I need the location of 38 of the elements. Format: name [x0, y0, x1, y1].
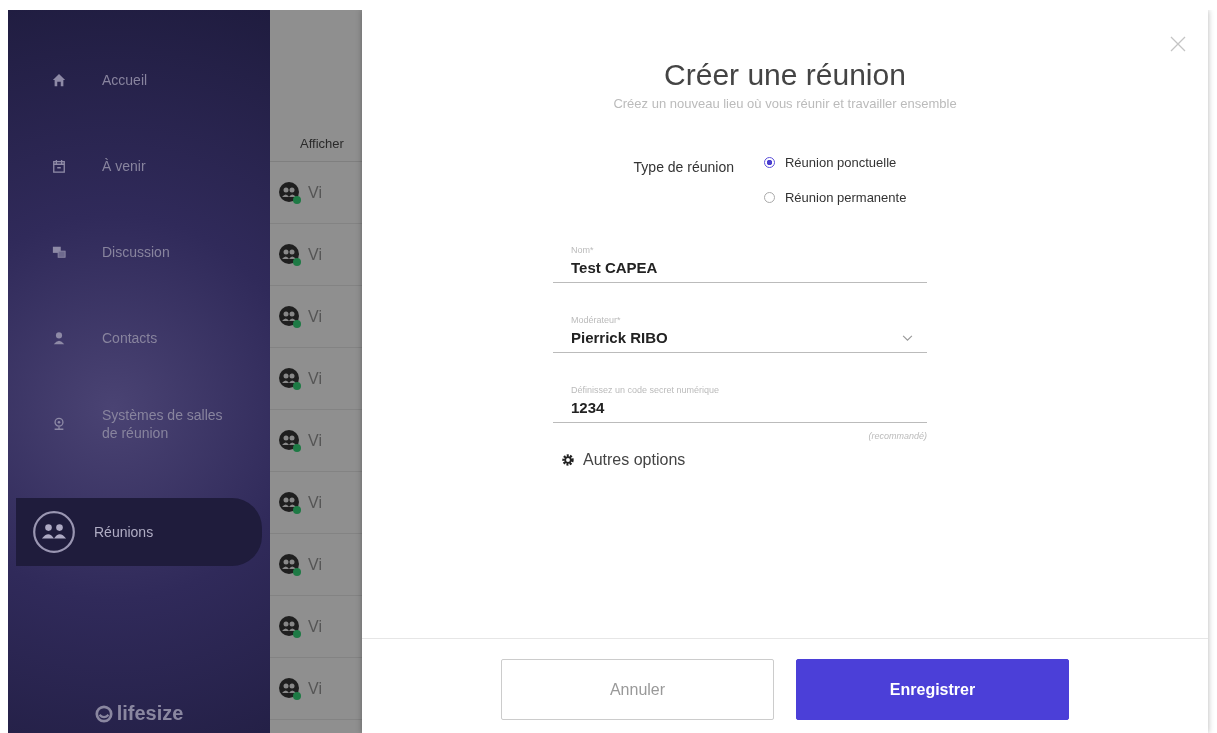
- select-field[interactable]: Modérateur* Pierrick RIBO: [553, 305, 927, 353]
- dialog-title: Créer une réunion: [664, 58, 906, 92]
- chevron-down-icon[interactable]: [902, 335, 913, 342]
- group-avatar-icon: [278, 304, 302, 329]
- save-button[interactable]: Enregistrer: [796, 659, 1069, 720]
- nav-item[interactable]: Discussion: [8, 222, 270, 282]
- person-icon: [52, 331, 66, 345]
- field-label: Type de réunion: [633, 158, 734, 177]
- camera-icon: [52, 417, 66, 431]
- dialog-subtitle: Créez un nouveau lieu où vous réunir et travailler ensemble: [613, 96, 957, 111]
- nav-item[interactable]: Contacts: [8, 308, 270, 368]
- group-avatar-icon: [278, 676, 302, 701]
- nav-item[interactable]: À venir: [8, 136, 270, 196]
- radio-option[interactable]: Réunion ponctuelle: [764, 155, 907, 170]
- nav-item[interactable]: Réunions: [16, 498, 262, 566]
- group-avatar-icon: [278, 242, 302, 267]
- more-options-link[interactable]: Autres options: [561, 451, 927, 469]
- field-hint: (recommandé): [867, 431, 927, 441]
- nav-item[interactable]: Accueil: [8, 50, 270, 110]
- group-avatar-icon: [278, 490, 302, 515]
- logo-icon: [94, 704, 113, 723]
- chat-icon: [52, 245, 66, 259]
- radio-label: Réunion ponctuelle: [785, 155, 897, 170]
- logo-text: lifesize: [116, 702, 184, 725]
- input-field[interactable]: Nom* Test CAPEA: [553, 235, 927, 283]
- close-icon[interactable]: [1170, 36, 1186, 52]
- group-avatar-icon: [278, 614, 302, 639]
- home-icon: [52, 73, 66, 87]
- calendar-icon: [52, 159, 66, 173]
- nav-item[interactable]: Systèmes de salles de réunion: [8, 394, 270, 454]
- radio-button[interactable]: [764, 157, 775, 168]
- group-avatar-icon: [278, 428, 302, 453]
- group-avatar-icon: [278, 552, 302, 577]
- people-icon: [32, 510, 76, 554]
- group-avatar-icon: [278, 180, 302, 205]
- cancel-button[interactable]: Annuler: [501, 659, 774, 720]
- group-avatar-icon: [278, 366, 302, 391]
- settings-icon: [561, 453, 575, 467]
